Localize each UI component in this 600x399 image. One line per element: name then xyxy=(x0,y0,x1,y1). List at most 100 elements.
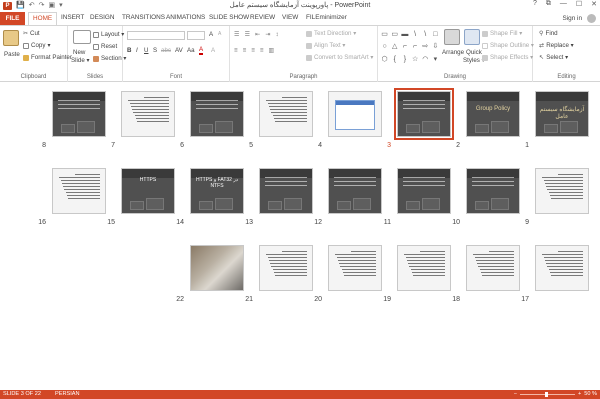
slide-thumbnail[interactable] xyxy=(259,91,313,137)
reset-button[interactable]: Reset xyxy=(93,43,117,50)
copy-button[interactable]: Copy ▾ xyxy=(23,42,51,49)
zoom-out-button[interactable]: − xyxy=(514,391,517,397)
shape-square-icon[interactable]: □ xyxy=(431,29,440,40)
slide-thumbnail[interactable] xyxy=(394,88,454,140)
align-text-button[interactable]: Align Text ▾ xyxy=(306,42,346,49)
slide-thumbnail[interactable] xyxy=(535,245,589,291)
text-direction-button[interactable]: Text Direction ▾ xyxy=(306,30,356,37)
shape-fill-button[interactable]: Shape Fill ▾ xyxy=(482,30,522,37)
tab-file[interactable]: FILE xyxy=(0,12,25,25)
shape-rectangle-icon[interactable]: ▭ xyxy=(380,29,389,40)
slide-thumbnail[interactable] xyxy=(535,168,589,214)
tab-view[interactable]: VIEW xyxy=(282,14,298,21)
align-center-icon[interactable]: ≡ xyxy=(243,47,247,54)
tab-insert[interactable]: INSERT xyxy=(61,14,84,21)
tab-home[interactable]: HOME xyxy=(28,12,58,26)
shape-rect-wide-icon[interactable]: ▬ xyxy=(400,29,409,40)
shapes-more-icon[interactable]: ▾ xyxy=(431,54,440,65)
tab-design[interactable]: DESIGN xyxy=(90,14,115,21)
replace-button[interactable]: ⇄ Replace ▾ xyxy=(539,42,574,49)
language-indicator[interactable]: PERSIAN xyxy=(55,391,80,397)
columns-icon[interactable]: ▥ xyxy=(269,47,275,54)
help-icon[interactable]: ? xyxy=(533,0,537,8)
clear-formatting-button[interactable]: A xyxy=(211,47,215,54)
ribbon-display-options-icon[interactable]: ⧉ xyxy=(546,0,551,8)
shape-down-arrow-icon[interactable]: ⇩ xyxy=(431,41,440,52)
bullets-icon[interactable]: ☰ xyxy=(234,31,240,38)
slide-thumbnail[interactable] xyxy=(328,91,382,137)
slide-thumbnail[interactable] xyxy=(328,245,382,291)
underline-button[interactable]: U xyxy=(144,47,148,54)
shape-connector-icon[interactable]: ⌐ xyxy=(400,41,409,52)
slide-thumbnail[interactable] xyxy=(190,245,244,291)
line-spacing-icon[interactable]: ↕ xyxy=(276,31,279,38)
slide-thumbnail[interactable] xyxy=(397,245,451,291)
zoom-slider-knob[interactable] xyxy=(544,391,548,397)
tab-review[interactable]: REVIEW xyxy=(250,14,275,21)
find-button[interactable]: ⚲ Find xyxy=(539,30,558,37)
quick-styles-button[interactable]: Quick xyxy=(466,49,482,56)
layout-button[interactable]: Layout ▾ xyxy=(93,31,124,38)
character-spacing-button[interactable]: AV xyxy=(175,47,183,54)
slide-thumbnail[interactable]: Group Policy xyxy=(466,91,520,137)
shape-star-icon[interactable]: ☆ xyxy=(411,54,420,65)
close-button[interactable]: ✕ xyxy=(591,0,597,8)
slide-thumbnail[interactable]: HTTPS و FAT32 در NTFS xyxy=(190,168,244,214)
sign-in-link[interactable]: Sign in xyxy=(562,15,582,22)
slide-thumbnail[interactable] xyxy=(466,168,520,214)
grow-font-button[interactable]: A xyxy=(209,31,213,38)
shape-effects-button[interactable]: Shape Effects ▾ xyxy=(482,54,533,61)
increase-indent-icon[interactable]: ⇥ xyxy=(265,31,270,38)
slide-thumbnail[interactable] xyxy=(259,168,313,214)
align-right-icon[interactable]: ≡ xyxy=(251,47,255,54)
arrange-button[interactable]: Arrange xyxy=(442,49,464,56)
slide-thumbnail[interactable] xyxy=(259,245,313,291)
shape-triangle-icon[interactable]: △ xyxy=(390,41,399,52)
tab-slide-show[interactable]: SLIDE SHOW xyxy=(209,14,249,21)
shape-left-brace-icon[interactable]: { xyxy=(390,54,399,65)
tab-animations[interactable]: ANIMATIONS xyxy=(166,14,205,21)
shape-arc-icon[interactable]: ◠ xyxy=(421,54,430,65)
slide-thumbnail[interactable] xyxy=(397,168,451,214)
numbering-icon[interactable]: ☰ xyxy=(245,31,251,38)
tab-fileminimizer[interactable]: FILEminimizer xyxy=(306,14,347,21)
strikethrough-button[interactable]: abc xyxy=(161,47,171,54)
slide-thumbnail[interactable] xyxy=(121,91,175,137)
font-size-combo[interactable] xyxy=(187,31,205,40)
justify-icon[interactable]: ≡ xyxy=(260,47,264,54)
slide-thumbnail[interactable] xyxy=(328,168,382,214)
quick-styles-icon[interactable] xyxy=(464,29,480,45)
slide-thumbnail[interactable] xyxy=(52,168,106,214)
font-color-button[interactable]: A xyxy=(199,46,204,55)
arrange-icon[interactable] xyxy=(444,29,460,45)
italic-button[interactable]: I xyxy=(136,47,138,54)
zoom-in-button[interactable]: + xyxy=(578,391,581,397)
copy-dropdown-icon[interactable]: ▾ xyxy=(47,42,50,49)
shape-oval-icon[interactable]: ○ xyxy=(380,41,389,52)
minimize-button[interactable]: — xyxy=(560,0,567,8)
new-slide-dropdown[interactable]: Slide ▾ xyxy=(71,57,90,64)
convert-smartart-button[interactable]: Convert to SmartArt ▾ xyxy=(306,54,374,61)
change-case-button[interactable]: Aa xyxy=(187,47,195,54)
decrease-indent-icon[interactable]: ⇤ xyxy=(255,31,260,38)
select-button[interactable]: ↖ Select ▾ xyxy=(539,54,568,61)
new-slide-icon[interactable] xyxy=(73,30,91,44)
shape-elbow-icon[interactable]: ⌐ xyxy=(411,41,420,52)
shadow-button[interactable]: S xyxy=(153,47,157,54)
align-left-icon[interactable]: ≡ xyxy=(234,47,238,54)
shapes-gallery[interactable]: ▭ ▭ ▬ \ \ □ ○ △ ⌐ ⌐ ⇨ ⇩ ⬡ { } ☆ ◠ ▾ xyxy=(380,29,440,65)
paste-button[interactable]: Paste xyxy=(4,51,20,58)
user-avatar-icon[interactable] xyxy=(587,14,596,23)
shape-textbox-icon[interactable]: ▭ xyxy=(390,29,399,40)
font-name-combo[interactable] xyxy=(127,31,185,40)
shape-line-icon[interactable]: \ xyxy=(411,29,420,40)
shape-right-arrow-icon[interactable]: ⇨ xyxy=(421,41,430,52)
bold-button[interactable]: B xyxy=(127,47,131,54)
shape-hexagon-icon[interactable]: ⬡ xyxy=(380,54,389,65)
cut-button[interactable]: ✂ Cut xyxy=(23,30,40,37)
paste-icon[interactable] xyxy=(3,30,19,46)
slide-thumbnail[interactable] xyxy=(190,91,244,137)
zoom-level[interactable]: 50 % xyxy=(584,391,597,397)
slide-thumbnail[interactable]: HTTPS xyxy=(121,168,175,214)
section-button[interactable]: Section ▾ xyxy=(93,55,126,62)
